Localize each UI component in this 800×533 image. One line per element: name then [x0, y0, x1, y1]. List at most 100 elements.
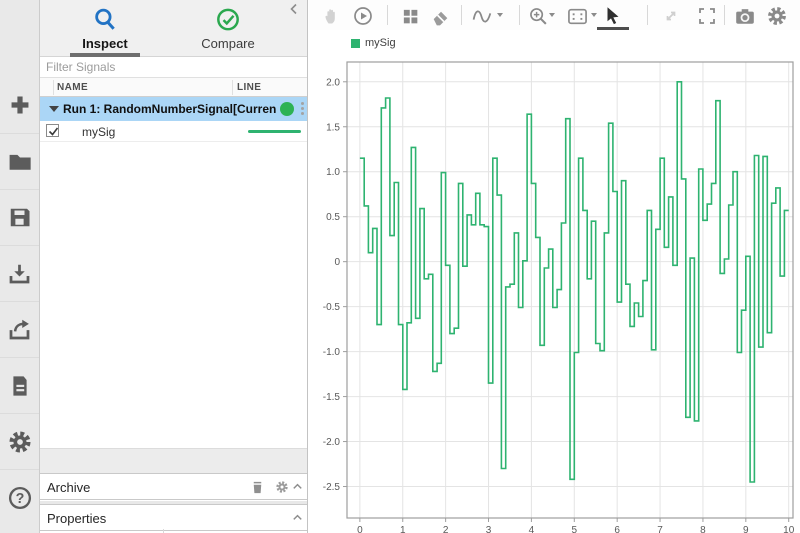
signal-table-header: NAME LINE: [40, 78, 307, 97]
fullscreen-button[interactable]: [695, 4, 719, 28]
fit-to-view-button[interactable]: [565, 4, 589, 28]
x-tick-label: 10: [783, 525, 795, 533]
panel-tabs-header: Inspect Compare: [40, 0, 307, 57]
signal-wave-button[interactable]: [470, 4, 494, 28]
x-tick-label: 3: [486, 525, 492, 533]
x-tick-label: 0: [357, 525, 363, 533]
simulation-data-inspector-window: ? Inspect Compare Filter Signals NAME LI…: [0, 0, 800, 533]
column-header-name: NAME: [57, 82, 89, 93]
tab-inspect[interactable]: Inspect: [50, 0, 160, 57]
collapse-panel-button[interactable]: [287, 2, 301, 21]
pan-diagonal-button: [659, 4, 683, 28]
fit-dropdown-caret[interactable]: [591, 13, 597, 17]
archive-collapse-chevron-icon[interactable]: [291, 480, 304, 498]
save-icon: [10, 208, 30, 227]
signal-name: mySig: [82, 125, 116, 139]
create-report-icon: [12, 375, 27, 396]
replay-button[interactable]: [351, 4, 375, 28]
x-tick-label: 5: [572, 525, 578, 533]
settings-gear-icon: [768, 7, 786, 25]
add-button[interactable]: [0, 77, 39, 133]
toolbar-separator: [519, 5, 520, 25]
x-tick-label: 7: [657, 525, 663, 533]
y-tick-label: -0.5: [323, 302, 341, 313]
panel-bottom-spacer: [40, 448, 307, 473]
import-button[interactable]: [0, 245, 39, 301]
layout-grid-icon: [403, 9, 417, 23]
import-icon: [9, 264, 30, 284]
expand-collapse-caret-icon[interactable]: [49, 106, 59, 112]
signal-browser-panel: Inspect Compare NAME LINE Run 1: [40, 0, 308, 533]
eraser-button[interactable]: [428, 4, 452, 28]
cursor-arrow-button[interactable]: [601, 4, 625, 28]
tab-inspect-label: Inspect: [82, 36, 128, 51]
x-tick-label: 4: [529, 525, 535, 533]
y-tick-label: 0.5: [326, 212, 340, 223]
snapshot-camera-icon: [736, 9, 754, 24]
preferences-gear-icon: [8, 430, 31, 453]
compare-check-icon: [215, 6, 242, 38]
y-tick-label: 2.0: [326, 77, 340, 88]
toolbar-separator: [387, 5, 388, 25]
archive-section-header[interactable]: Archive: [40, 473, 307, 500]
pan-diagonal-icon: [666, 11, 676, 21]
help-icon: ?: [8, 486, 31, 509]
plot-settings-button[interactable]: [765, 4, 789, 28]
fullscreen-icon: [699, 8, 715, 24]
zoom-in-icon: [529, 7, 547, 25]
toolbar-separator: [647, 5, 648, 25]
archive-settings-gear-icon[interactable]: [275, 480, 289, 499]
zoom-in-button[interactable]: [526, 4, 550, 28]
run-row[interactable]: Run 1: RandomNumberSignal[Curren: [40, 97, 307, 121]
column-separator: [232, 80, 233, 95]
eraser-icon: [433, 11, 447, 25]
help-button[interactable]: ?: [0, 469, 39, 525]
y-tick-label: -2.5: [323, 482, 341, 493]
properties-label: Properties: [47, 511, 107, 526]
x-tick-label: 2: [443, 525, 449, 533]
cursor-arrow-icon: [607, 7, 619, 25]
toolbar-separator: [724, 5, 725, 25]
preferences-button[interactable]: [0, 413, 39, 469]
properties-section-header[interactable]: Properties: [40, 504, 307, 531]
add-icon: [11, 96, 28, 114]
signal-row-mysig[interactable]: mySig: [40, 121, 307, 142]
fit-to-view-icon: [567, 8, 587, 24]
export-icon: [9, 319, 30, 340]
x-tick-label: 9: [743, 525, 749, 533]
x-tick-label: 1: [400, 525, 406, 533]
inspect-search-icon: [92, 6, 118, 37]
tab-compare-label: Compare: [201, 36, 255, 51]
filter-signals-row: [40, 57, 307, 78]
column-header-line: LINE: [237, 82, 262, 93]
export-button[interactable]: [0, 301, 39, 357]
properties-column-divider: [163, 529, 164, 533]
plot-toolbar: [309, 0, 800, 30]
filter-signals-input[interactable]: [40, 57, 307, 78]
x-tick-label: 8: [700, 525, 706, 533]
save-button[interactable]: [0, 189, 39, 245]
y-tick-label: 1.0: [326, 167, 340, 178]
y-tick-label: 1.5: [326, 122, 340, 133]
column-separator: [53, 80, 54, 95]
run-options-menu-icon[interactable]: [297, 100, 307, 118]
run-color-dot: [280, 102, 294, 116]
signal-checkbox[interactable]: [46, 124, 59, 137]
open-button[interactable]: [0, 133, 39, 189]
properties-collapse-chevron-icon[interactable]: [291, 511, 304, 529]
open-folder-icon: [9, 154, 31, 170]
signal-tree-empty-area: [40, 142, 307, 448]
report-button[interactable]: [0, 357, 39, 413]
tab-compare[interactable]: Compare: [173, 0, 283, 57]
y-tick-label: -1.5: [323, 392, 341, 403]
zoom-dropdown-caret[interactable]: [549, 13, 555, 17]
snapshot-button[interactable]: [733, 4, 757, 28]
signal-wave-dropdown-caret[interactable]: [497, 13, 503, 17]
left-toolbar: ?: [0, 0, 40, 533]
pan-hand-icon: [325, 9, 335, 24]
signal-stair-plot[interactable]: 0 1 2 3 4 5 6 7 8 9 10 2.0 1.5 1.0 0.5 0 -0.5 -1.0 -1.5 -2.…: [309, 30, 800, 533]
trash-icon[interactable]: [250, 480, 265, 500]
toolbar-separator: [461, 5, 462, 25]
pan-hand-button: [320, 4, 344, 28]
layout-grid-button[interactable]: [398, 4, 422, 28]
